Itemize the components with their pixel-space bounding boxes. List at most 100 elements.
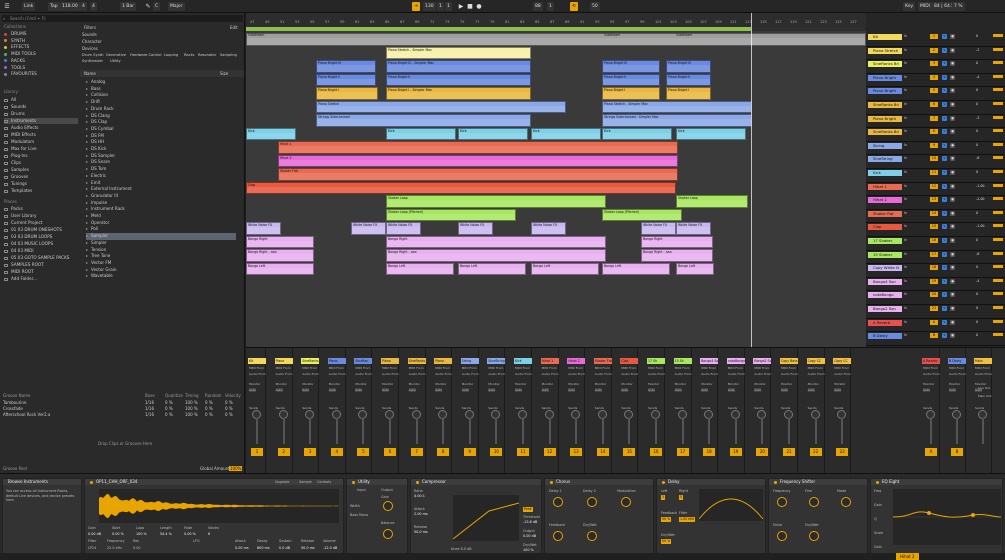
track-output[interactable]: In: [904, 333, 907, 337]
track-output[interactable]: In: [904, 292, 907, 296]
track-activator-button[interactable]: B: [951, 448, 963, 456]
tempo-field[interactable]: 118.00: [60, 2, 80, 11]
expand-arrow-icon[interactable]: [86, 154, 88, 157]
expand-arrow-icon[interactable]: [86, 228, 88, 231]
freq-shifter-knob[interactable]: [809, 497, 819, 507]
arm-button[interactable]: ●: [950, 238, 955, 243]
key-select[interactable]: C: [153, 2, 161, 11]
arm-button[interactable]: ●: [950, 333, 955, 339]
volume-fader[interactable]: [495, 418, 498, 444]
arrangement-clip[interactable]: Shaker Flat: [278, 168, 678, 181]
track-header[interactable]: Shaker flat In 14 S ● 0: [866, 210, 1005, 224]
expand-arrow-icon[interactable]: [86, 121, 88, 124]
solo-button[interactable]: S: [942, 306, 947, 311]
volume-fader[interactable]: [841, 418, 844, 444]
envelope-param-value[interactable]: -12.0 dB: [323, 546, 337, 550]
utility-bass-label[interactable]: Bass Mono: [350, 513, 368, 517]
track-activator-button[interactable]: 21: [783, 448, 795, 456]
arrangement-clip[interactable]: White Noise FX: [351, 222, 386, 235]
track-activator-button[interactable]: 11: [930, 170, 938, 175]
expand-arrow-icon[interactable]: [86, 268, 88, 271]
utility-gain-knob[interactable]: [383, 501, 393, 511]
browser-list-item[interactable]: DS Cymbal: [86, 126, 236, 133]
arrangement-clip[interactable]: Shaker Loop: [386, 195, 606, 208]
track-name[interactable]: Copy White N: [868, 265, 902, 272]
track-volume[interactable]: 0: [976, 292, 990, 296]
track-output[interactable]: In: [904, 184, 907, 188]
track-name[interactable]: A Reverb: [868, 319, 902, 326]
arrangement-clip[interactable]: Piano Bright II: [386, 73, 531, 86]
track-header[interactable]: Clap In 15 S ● -1.00: [866, 223, 1005, 237]
mixer-channel-name[interactable]: Clap: [620, 358, 639, 364]
arm-button[interactable]: ●: [950, 34, 955, 39]
arrangement-clip[interactable]: Piano Bright II: [602, 73, 660, 86]
arm-button[interactable]: ●: [950, 88, 955, 94]
device-tag[interactable]: Generative: [106, 53, 126, 57]
solo-button[interactable]: S: [942, 129, 947, 135]
track-activator-button[interactable]: 8: [930, 129, 938, 135]
track-volume[interactable]: 0: [976, 211, 990, 215]
arrangement-clip[interactable]: Bongo Right - aaa: [386, 249, 606, 262]
expand-arrow-icon[interactable]: [86, 114, 88, 117]
track-activator-button[interactable]: 4: [330, 448, 343, 456]
arrangement-clip[interactable]: Piano Bright II: [666, 73, 711, 86]
collection-item[interactable]: SYNTH: [4, 38, 25, 44]
arm-button[interactable]: ●: [950, 265, 955, 271]
monitor-auto-button[interactable]: Auto: [355, 388, 363, 392]
arrangement-clip[interactable]: Piano Bright II: [316, 73, 376, 86]
track-activator-button[interactable]: B: [930, 333, 938, 339]
expand-arrow-icon[interactable]: [86, 221, 88, 224]
delay-param-value[interactable]: 1.00 kHz: [679, 517, 696, 522]
arm-button[interactable]: ●: [950, 306, 955, 311]
expand-arrow-icon[interactable]: [86, 215, 88, 217]
device-tag[interactable]: Hardware Control: [130, 53, 161, 57]
track-activator-button[interactable]: 23: [836, 448, 849, 456]
browser-list-item[interactable]: Operator: [86, 220, 236, 227]
delay-param-value[interactable]: 50 %: [661, 517, 672, 522]
track-header[interactable]: Piano Bright In 7 S ● -3: [866, 115, 1005, 129]
track-activator-button[interactable]: 20: [756, 448, 769, 456]
track-volume[interactable]: 0: [976, 129, 990, 133]
expand-arrow-icon[interactable]: [86, 87, 88, 90]
arrangement-clip[interactable]: Shaker Loop (Pitched): [386, 208, 516, 221]
track-name[interactable]: SineString: [868, 156, 902, 163]
browser-list-item[interactable]: Tree Tone: [86, 253, 236, 260]
mixer-channel-name[interactable]: notaBongo: [726, 358, 745, 364]
volume-fader[interactable]: [956, 418, 958, 444]
track-name[interactable]: Hihat 2: [868, 197, 902, 204]
browser-list-item[interactable]: Poli: [86, 226, 236, 233]
stop-icon[interactable]: ■: [466, 2, 474, 11]
track-header[interactable]: B Delay In B S ● 0: [866, 332, 1005, 346]
places-item[interactable]: 01 03 DRUM ONESHOTS: [4, 227, 62, 233]
track-name[interactable]: Bongo4 Son: [868, 278, 902, 285]
solo-button[interactable]: S: [942, 224, 947, 230]
track-name[interactable]: Bongo2 Son: [868, 306, 902, 312]
mixer-channel-name[interactable]: String: [460, 358, 479, 364]
browser-list-item[interactable]: DS Clang: [86, 113, 236, 120]
collection-item[interactable]: FAVOURITES: [4, 71, 37, 77]
collection-item[interactable]: DRUMS: [4, 31, 26, 37]
tap-button[interactable]: Tap: [48, 2, 60, 11]
library-item[interactable]: Audio Effects: [4, 125, 78, 131]
monitor-auto-button[interactable]: Auto: [515, 388, 522, 392]
browser-list-item[interactable]: DS Sampler: [86, 153, 236, 160]
locator-label[interactable]: Subdream: [604, 33, 620, 37]
mixer-channel-name[interactable]: SineRanks: [301, 358, 320, 364]
volume-fader[interactable]: [761, 418, 764, 444]
track-volume[interactable]: -2: [976, 48, 990, 52]
track-activator-button[interactable]: 10: [930, 156, 938, 162]
solo-button[interactable]: S: [942, 292, 947, 298]
browser-list-item[interactable]: Sampler: [86, 233, 236, 240]
track-activator-button[interactable]: 18: [703, 448, 716, 456]
freq-shifter-knob[interactable]: [809, 531, 819, 541]
arrangement-clip[interactable]: Bongo Right - aaa: [246, 249, 314, 262]
track-activator-button[interactable]: 3: [304, 448, 317, 456]
library-item[interactable]: All: [4, 97, 78, 103]
monitor-auto-button[interactable]: Auto: [923, 388, 930, 392]
mixer-channel-name[interactable]: 15 Sh: [673, 358, 692, 364]
simpler-param-value[interactable]: 0.00 %: [112, 532, 124, 536]
track-activator-button[interactable]: 14: [596, 448, 609, 456]
collection-item[interactable]: EFFECTS: [4, 44, 29, 50]
groove-value[interactable]: 0 %: [205, 406, 213, 411]
library-item[interactable]: Clips: [4, 160, 78, 166]
